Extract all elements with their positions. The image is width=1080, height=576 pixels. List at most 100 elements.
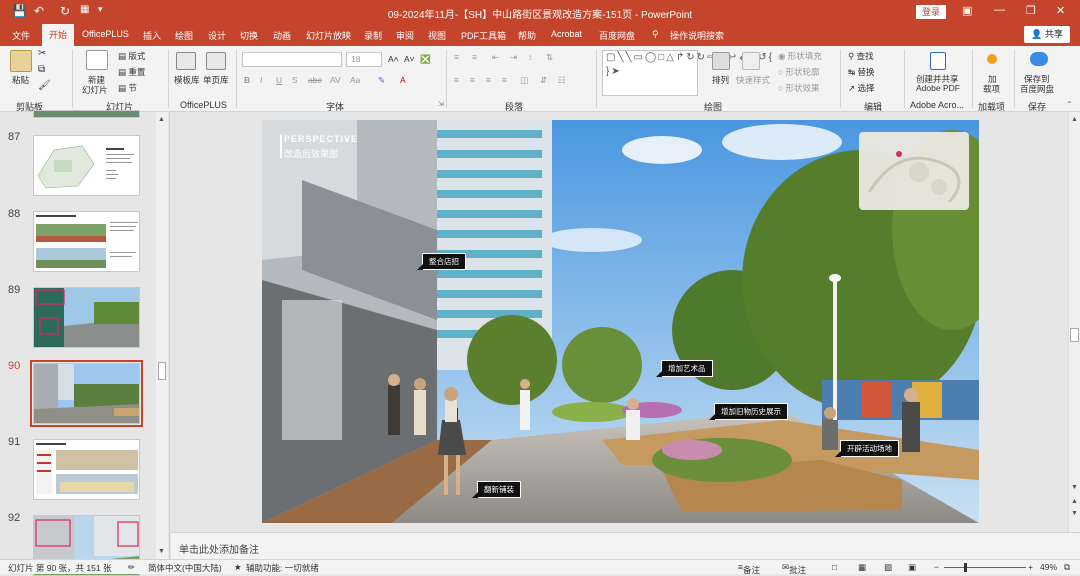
align-center-icon[interactable]: ≡ <box>470 75 475 85</box>
cut-icon[interactable]: ✂ <box>38 48 46 59</box>
increase-font-icon[interactable]: A˄ <box>388 54 399 64</box>
align-left-icon[interactable]: ≡ <box>454 75 459 85</box>
clear-format-icon[interactable]: ❎ <box>420 54 431 65</box>
single-page-library-icon[interactable] <box>206 52 226 70</box>
slide-thumbnail[interactable] <box>33 211 140 272</box>
tab-record[interactable]: 录制 <box>364 29 382 42</box>
arrange-icon[interactable] <box>712 52 730 70</box>
scroll-thumb[interactable] <box>158 362 166 380</box>
tab-acrobat[interactable]: Acrobat <box>551 29 582 39</box>
notes-pane[interactable]: 单击此处添加备注 <box>171 532 1080 559</box>
align-text-icon[interactable]: ⇵ <box>540 75 547 86</box>
smartart-icon[interactable]: ☷ <box>558 75 566 86</box>
bullets-icon[interactable]: ≡ <box>454 52 459 62</box>
tab-slideshow[interactable]: 幻灯片放映 <box>306 29 351 42</box>
zoom-slider-thumb[interactable] <box>964 563 967 572</box>
minimize-icon[interactable]: — <box>994 4 1005 16</box>
scroll-up-icon[interactable]: ▲ <box>158 116 165 123</box>
zoom-level[interactable]: 49% <box>1040 562 1057 572</box>
shadow-icon[interactable]: S <box>292 75 298 85</box>
copy-icon[interactable]: ⧉ <box>38 64 45 75</box>
adobe-pdf-icon[interactable] <box>930 52 946 70</box>
slide-thumbnail[interactable] <box>33 439 140 500</box>
accessibility-icon[interactable]: ★ <box>234 562 242 573</box>
template-library-icon[interactable] <box>176 52 196 70</box>
customize-quick-access-icon[interactable]: ▾ <box>98 4 103 15</box>
tab-draw[interactable]: 绘图 <box>175 29 193 42</box>
paste-icon[interactable] <box>10 50 32 72</box>
highlight-icon[interactable]: ✎ <box>378 75 385 86</box>
baidu-cloud-icon[interactable] <box>1030 52 1048 66</box>
tab-design[interactable]: 设计 <box>208 29 226 42</box>
arrange-button[interactable]: 排列 <box>712 74 729 86</box>
slide-thumbnail-selected[interactable] <box>30 360 143 427</box>
tab-pdf-toolbox[interactable]: PDF工具箱 <box>461 29 506 42</box>
presenter-icon[interactable]: ▦ <box>80 4 89 15</box>
select-button[interactable]: ↗ 选择 <box>848 82 875 94</box>
zoom-out-icon[interactable]: − <box>934 562 939 572</box>
close-icon[interactable]: ✕ <box>1056 4 1065 17</box>
single-page-library-button[interactable]: 单页库 <box>203 74 229 86</box>
restore-icon[interactable]: ❐ <box>1026 4 1036 17</box>
next-slide-icon[interactable]: ▼ <box>1071 510 1078 517</box>
numbering-icon[interactable]: ≡ <box>472 52 477 62</box>
scroll-thumb[interactable] <box>1070 328 1079 342</box>
template-library-button[interactable]: 模板库 <box>174 74 200 86</box>
addins-label-2[interactable]: 载项 <box>983 83 1000 95</box>
strikethrough-icon[interactable]: abc <box>308 75 322 85</box>
shape-fill-button[interactable]: ◉ 形状填充 <box>778 50 822 62</box>
tab-baidu-netdisk[interactable]: 百度网盘 <box>599 29 635 42</box>
tab-home[interactable]: 开始 <box>42 24 74 46</box>
save-icon[interactable]: 💾 <box>12 4 27 18</box>
slideshow-icon[interactable]: ▣ <box>908 562 916 573</box>
share-button[interactable]: 👤 共享 <box>1024 26 1070 43</box>
slide-thumbnail-partial[interactable] <box>33 110 140 118</box>
zoom-in-icon[interactable]: + <box>1028 562 1033 572</box>
quick-styles-icon[interactable] <box>742 52 760 70</box>
new-slide-icon[interactable] <box>86 50 108 70</box>
shape-outline-button[interactable]: ○ 形状轮廓 <box>778 66 820 78</box>
scroll-down-icon[interactable]: ▼ <box>1071 484 1078 491</box>
section-button[interactable]: ▤ 节 <box>118 82 137 94</box>
login-button[interactable]: 登录 <box>916 5 946 19</box>
ribbon-display-options-icon[interactable]: ▣ <box>962 4 972 17</box>
editor-vertical-scrollbar[interactable]: ▲ ▼ ▲ ▼ <box>1068 112 1080 532</box>
text-direction-icon[interactable]: ⇅ <box>546 52 553 63</box>
save-to-baidu-label-2[interactable]: 百度网盘 <box>1020 83 1054 95</box>
normal-view-icon[interactable]: □ <box>832 562 837 572</box>
justify-icon[interactable]: ≡ <box>502 75 507 85</box>
slide-thumbnail[interactable] <box>33 135 140 196</box>
character-spacing-icon[interactable]: AV <box>330 75 341 85</box>
line-spacing-icon[interactable]: ↕ <box>528 52 532 62</box>
layout-button[interactable]: ▤ 版式 <box>118 50 145 62</box>
find-button[interactable]: ⚲ 查找 <box>848 50 874 62</box>
shape-effects-button[interactable]: ○ 形状效果 <box>778 82 820 94</box>
decrease-indent-icon[interactable]: ⇤ <box>492 52 499 63</box>
italic-icon[interactable]: I <box>260 75 262 85</box>
quick-styles-button[interactable]: 快速样式 <box>736 74 770 86</box>
tab-view[interactable]: 视图 <box>428 29 446 42</box>
language-indicator[interactable]: 简体中文(中国大陆) <box>148 562 222 574</box>
slide-thumbnail[interactable] <box>33 287 140 348</box>
previous-slide-icon[interactable]: ▲ <box>1071 498 1078 505</box>
addins-icon[interactable] <box>987 54 997 64</box>
columns-icon[interactable]: ◫ <box>520 75 528 86</box>
comments-toggle[interactable]: ✉ 批注 <box>782 562 806 575</box>
undo-icon[interactable]: ↶ <box>34 4 44 18</box>
tab-officeplus[interactable]: OfficePLUS <box>82 29 129 39</box>
font-dialog-launcher-icon[interactable]: ⇲ <box>438 100 444 108</box>
slide-sorter-icon[interactable]: ▦ <box>858 562 866 573</box>
tab-file[interactable]: 文件 <box>12 29 30 42</box>
new-slide-label-2[interactable]: 幻灯片 <box>82 84 108 96</box>
font-size-select[interactable]: 18 <box>346 52 382 67</box>
redo-icon[interactable]: ↻ <box>60 4 70 18</box>
tell-me-search[interactable]: 操作说明搜索 <box>670 29 724 42</box>
reading-view-icon[interactable]: ▧ <box>884 562 892 573</box>
fit-to-window-icon[interactable]: ⧉ <box>1064 562 1070 573</box>
tab-transitions[interactable]: 切换 <box>240 29 258 42</box>
increase-indent-icon[interactable]: ⇥ <box>510 52 517 63</box>
reset-button[interactable]: ▤ 重置 <box>118 66 145 78</box>
font-color-icon[interactable]: A <box>400 75 406 85</box>
accessibility-status[interactable]: 辅助功能: 一切就绪 <box>246 562 319 574</box>
tab-review[interactable]: 审阅 <box>396 29 414 42</box>
